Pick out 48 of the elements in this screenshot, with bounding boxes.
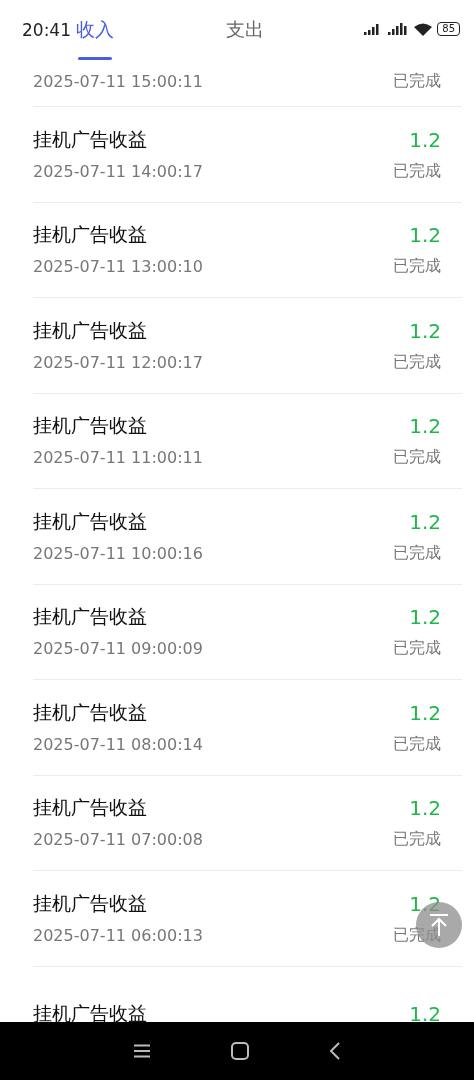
record-status: 已完成	[393, 447, 441, 469]
battery-icon: 85	[437, 22, 460, 36]
record-title: 挂机广告收益	[33, 126, 147, 152]
record-amount: 1.2	[409, 414, 441, 439]
record-status: 已完成	[393, 638, 441, 660]
record-date: 2025-07-11 11:00:11	[33, 448, 203, 468]
record-status: 已完成	[393, 256, 441, 278]
record-amount: 1.2	[409, 509, 441, 534]
home-icon[interactable]	[231, 1042, 249, 1060]
record-date: 2025-07-11 09:00:09	[33, 639, 203, 659]
record-date: 2025-07-11 13:00:10	[33, 257, 203, 277]
record-status: 已完成	[393, 733, 441, 755]
record-title: 挂机广告收益	[33, 413, 147, 439]
record-title: 挂机广告收益	[33, 795, 147, 821]
record-amount: 1.2	[409, 700, 441, 725]
record-amount: 1.2	[409, 318, 441, 343]
tab[interactable]: 支出	[223, 0, 267, 60]
record-title: 挂机广告收益	[33, 222, 147, 248]
record-amount: 1.2	[409, 891, 441, 916]
menu-icon[interactable]	[133, 1044, 151, 1058]
record-title: 挂机广告收益	[33, 508, 147, 534]
record-status: 已完成	[393, 829, 441, 851]
record-status: 已完成	[393, 542, 441, 564]
record-date: 2025-07-11 10:00:16	[33, 543, 203, 563]
record-date: 2025-07-11 07:00:08	[33, 830, 203, 850]
record-status: 已完成	[393, 160, 441, 182]
record-title: 挂机广告收益	[33, 604, 147, 630]
record-amount: 1.2	[409, 223, 441, 248]
record-title: 挂机广告收益	[33, 890, 147, 916]
record-amount: 1.2	[409, 605, 441, 630]
record-title: 挂机广告收益	[33, 1000, 147, 1022]
record-status: 已完成	[393, 71, 441, 92]
back-icon[interactable]	[329, 1042, 341, 1060]
status-time: 20:41	[22, 19, 71, 40]
record-date: 2025-07-11 06:00:13	[33, 925, 203, 945]
signal-icon	[387, 22, 410, 36]
record-title: 挂机广告收益	[33, 317, 147, 343]
wifi-icon	[413, 21, 434, 37]
record-date: 2025-07-11 15:00:11	[33, 72, 203, 91]
record-amount: 1.2	[409, 1001, 441, 1022]
record-amount: 1.2	[409, 127, 441, 152]
record-date: 2025-07-11 12:00:17	[33, 352, 203, 372]
record-amount: 1.2	[409, 796, 441, 821]
record-status: 已完成	[393, 351, 441, 373]
tab[interactable]: 收入	[73, 0, 117, 60]
record-date: 2025-07-11 08:00:14	[33, 734, 203, 754]
record-date: 2025-07-11 14:00:17	[33, 161, 203, 181]
record-title: 挂机广告收益	[33, 699, 147, 725]
